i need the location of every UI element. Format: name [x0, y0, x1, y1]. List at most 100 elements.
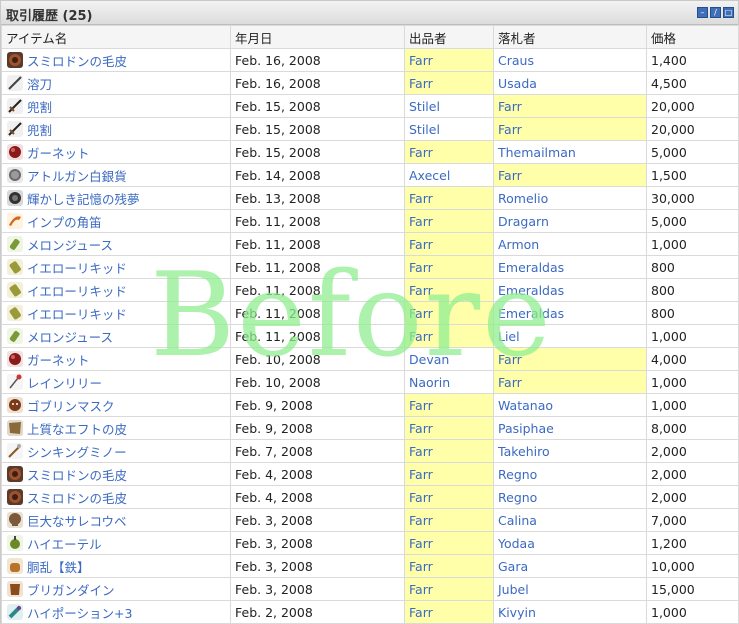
buyer-link[interactable]: Farr	[498, 99, 522, 114]
item-link[interactable]: スミロドンの毛皮	[27, 51, 127, 70]
seller-cell: Farr	[404, 278, 494, 302]
buyer-link[interactable]: Gara	[498, 559, 528, 574]
header-price[interactable]: 価格	[646, 25, 739, 49]
seller-link[interactable]: Naorin	[409, 375, 450, 390]
minimize-icon[interactable]: –	[697, 7, 708, 18]
item-link[interactable]: 輝かしき記憶の残夢	[27, 189, 140, 208]
buyer-link[interactable]: Farr	[498, 352, 522, 367]
table-row: 上質なエフトの皮 Feb. 9, 2008 Farr Pasiphae 8,00…	[1, 416, 739, 440]
buyer-link[interactable]: Emeraldas	[498, 283, 564, 298]
buyer-link[interactable]: Kivyin	[498, 605, 536, 620]
header-item[interactable]: アイテム名	[1, 25, 231, 49]
header-date[interactable]: 年月日	[230, 25, 405, 49]
buyer-link[interactable]: Farr	[498, 122, 522, 137]
buyer-link[interactable]: Liel	[498, 329, 520, 344]
item-link[interactable]: 胴乱【鉄】	[27, 557, 90, 576]
seller-link[interactable]: Stilel	[409, 99, 440, 114]
seller-link[interactable]: Farr	[409, 467, 433, 482]
buyer-cell: Calina	[493, 508, 647, 532]
table-row: レインリリー Feb. 10, 2008 Naorin Farr 1,000	[1, 370, 739, 394]
item-link[interactable]: 溶刀	[27, 74, 52, 93]
seller-link[interactable]: Farr	[409, 260, 433, 275]
buyer-link[interactable]: Farr	[498, 168, 522, 183]
seller-link[interactable]: Farr	[409, 53, 433, 68]
item-link[interactable]: ガーネット	[27, 143, 90, 162]
buyer-link[interactable]: Emeraldas	[498, 306, 564, 321]
maximize-icon[interactable]: □	[723, 7, 734, 18]
item-link[interactable]: メロンジュース	[27, 235, 113, 254]
item-link[interactable]: イエローリキッド	[27, 258, 127, 277]
date-cell: Feb. 3, 2008	[230, 531, 405, 555]
edit-icon[interactable]: /	[710, 7, 721, 18]
table-row: 巨大なサレコウベ Feb. 3, 2008 Farr Calina 7,000	[1, 508, 739, 532]
buyer-link[interactable]: Regno	[498, 467, 537, 482]
buyer-link[interactable]: Calina	[498, 513, 537, 528]
item-link[interactable]: メロンジュース	[27, 327, 113, 346]
item-link[interactable]: 巨大なサレコウベ	[27, 511, 127, 530]
item-link[interactable]: 兜割	[27, 120, 52, 139]
seller-link[interactable]: Farr	[409, 306, 433, 321]
table-row: ガーネット Feb. 10, 2008 Devan Farr 4,000	[1, 347, 739, 371]
seller-link[interactable]: Farr	[409, 398, 433, 413]
seller-link[interactable]: Farr	[409, 421, 433, 436]
seller-link[interactable]: Farr	[409, 513, 433, 528]
buyer-link[interactable]: Regno	[498, 490, 537, 505]
price-cell: 1,000	[646, 324, 739, 348]
item-link[interactable]: ハイエーテル	[27, 534, 102, 553]
buyer-link[interactable]: Watanao	[498, 398, 553, 413]
item-link[interactable]: シンキングミノー	[27, 442, 127, 461]
header-buyer[interactable]: 落札者	[493, 25, 647, 49]
buyer-cell: Farr	[493, 117, 647, 141]
gem-icon	[6, 143, 24, 161]
seller-link[interactable]: Devan	[409, 352, 449, 367]
header-seller[interactable]: 出品者	[404, 25, 494, 49]
item-link[interactable]: ハイポーション+3	[27, 603, 132, 622]
seller-link[interactable]: Farr	[409, 145, 433, 160]
buyer-link[interactable]: Usada	[498, 76, 537, 91]
seller-link[interactable]: Farr	[409, 329, 433, 344]
item-link[interactable]: インプの角笛	[27, 212, 102, 231]
buyer-link[interactable]: Emeraldas	[498, 260, 564, 275]
seller-link[interactable]: Farr	[409, 214, 433, 229]
item-link[interactable]: 上質なエフトの皮	[27, 419, 127, 438]
item-link[interactable]: 兜割	[27, 97, 52, 116]
item-link[interactable]: イエローリキッド	[27, 304, 127, 323]
buyer-link[interactable]: Armon	[498, 237, 539, 252]
seller-link[interactable]: Farr	[409, 582, 433, 597]
buyer-cell: Craus	[493, 48, 647, 72]
price-cell: 10,000	[646, 554, 739, 578]
buyer-link[interactable]: Romelio	[498, 191, 548, 206]
item-link[interactable]: レインリリー	[27, 373, 102, 392]
seller-link[interactable]: Farr	[409, 191, 433, 206]
seller-link[interactable]: Axecel	[409, 168, 450, 183]
buyer-link[interactable]: Farr	[498, 375, 522, 390]
table-row: メロンジュース Feb. 11, 2008 Farr Liel 1,000	[1, 324, 739, 348]
buyer-link[interactable]: Takehiro	[498, 444, 550, 459]
item-link[interactable]: スミロドンの毛皮	[27, 488, 127, 507]
seller-link[interactable]: Farr	[409, 605, 433, 620]
date-cell: Feb. 11, 2008	[230, 232, 405, 256]
item-link[interactable]: イエローリキッド	[27, 281, 127, 300]
buyer-link[interactable]: Themailman	[498, 145, 576, 160]
buyer-link[interactable]: Yodaa	[498, 536, 535, 551]
seller-link[interactable]: Farr	[409, 536, 433, 551]
trade-history-table: アイテム名 年月日 出品者 落札者 価格 スミロドンの毛皮 Feb. 16, 2…	[1, 25, 739, 624]
buyer-link[interactable]: Dragarn	[498, 214, 549, 229]
seller-link[interactable]: Farr	[409, 76, 433, 91]
buyer-link[interactable]: Craus	[498, 53, 534, 68]
item-link[interactable]: スミロドンの毛皮	[27, 465, 127, 484]
flask-icon	[6, 281, 24, 299]
seller-link[interactable]: Farr	[409, 283, 433, 298]
seller-link[interactable]: Stilel	[409, 122, 440, 137]
seller-cell: Devan	[404, 347, 494, 371]
item-link[interactable]: アトルガン白銀貨	[27, 166, 127, 185]
seller-link[interactable]: Farr	[409, 444, 433, 459]
item-link[interactable]: ブリガンダイン	[27, 580, 115, 599]
item-link[interactable]: ゴブリンマスク	[27, 396, 115, 415]
seller-link[interactable]: Farr	[409, 490, 433, 505]
seller-link[interactable]: Farr	[409, 237, 433, 252]
buyer-link[interactable]: Jubel	[498, 582, 529, 597]
buyer-link[interactable]: Pasiphae	[498, 421, 554, 436]
item-link[interactable]: ガーネット	[27, 350, 90, 369]
seller-link[interactable]: Farr	[409, 559, 433, 574]
